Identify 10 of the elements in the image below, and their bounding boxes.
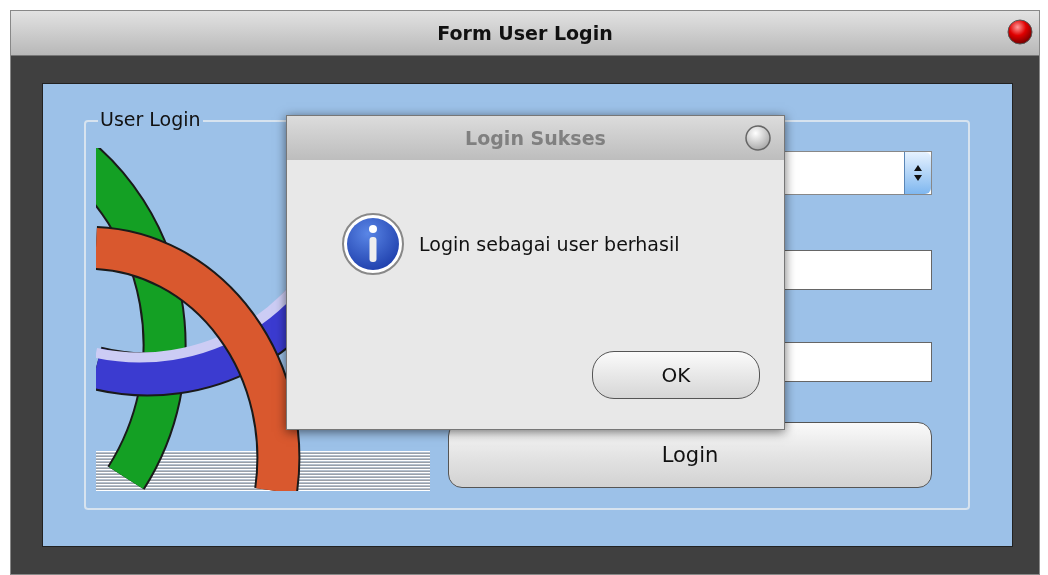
info-icon (341, 212, 405, 276)
window-title: Form User Login (437, 22, 613, 44)
ok-button[interactable]: OK (592, 351, 760, 399)
close-icon[interactable] (1007, 19, 1033, 45)
up-down-arrows-icon (913, 164, 923, 182)
group-legend: User Login (98, 108, 203, 130)
dialog-title: Login Sukses (465, 127, 606, 149)
dialog-message: Login sebagai user berhasil (419, 233, 680, 255)
close-icon[interactable] (744, 124, 772, 152)
login-button[interactable]: Login (448, 422, 932, 488)
